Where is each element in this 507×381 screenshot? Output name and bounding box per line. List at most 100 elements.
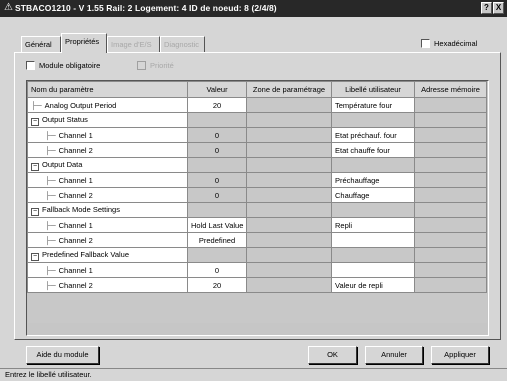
parameter-name-cell[interactable]: − Output Status [27,112,188,128]
value-cell[interactable]: 20 [187,97,247,113]
table-row[interactable]: ├─ Channel 2 Predefined [27,232,487,248]
value-cell[interactable]: Hold Last Value [187,217,247,233]
zone-parametrage-cell [246,112,332,128]
zone-parametrage-cell [246,202,332,218]
table-row[interactable]: ├─ Channel 1 0 Préchauffage [27,172,487,188]
window-title: STBACO1210 - V 1.55 Rail: 2 Logement: 4 … [15,3,277,13]
value-cell[interactable]: 0 [187,142,247,158]
appliquer-button[interactable]: Appliquer [431,346,489,364]
collapse-toggle-icon[interactable]: − [31,117,39,126]
app-icon: ⚠ [4,2,13,13]
table-row[interactable]: ├─ Channel 10 [27,262,487,278]
value-cell[interactable]: 0 [187,172,247,188]
value-cell [187,247,247,263]
libelle-utilisateur-cell[interactable]: Etat préchauf. four [331,127,415,143]
ok-button[interactable]: OK [308,346,357,364]
zone-parametrage-cell [246,172,332,188]
table-row[interactable]: ├─ Analog Output Period 20 Température four [27,97,487,113]
value-cell[interactable]: 0 [187,262,247,278]
parameter-name-cell[interactable]: ├─ Channel 1 [27,217,188,233]
table-row[interactable]: ├─ Channel 1 Hold Last Value Repli [27,217,487,233]
libelle-utilisateur-cell[interactable]: Repli [331,217,415,233]
checkbox-box[interactable] [26,61,35,70]
table-row[interactable]: ├─ Channel 1 0 Etat préchauf. four [27,127,487,143]
module-obligatoire-checkbox[interactable]: Module obligatoire [26,61,100,70]
libelle-utilisateur-cell[interactable]: Chauffage [331,187,415,203]
tab-image-es[interactable]: Image d'E/S [107,36,160,52]
value-cell[interactable]: 20 [187,277,247,293]
parameter-name-cell[interactable]: ├─ Channel 2 [27,187,188,203]
value-cell[interactable]: 0 [187,187,247,203]
parameter-name-cell[interactable]: ├─ Analog Output Period [27,97,188,113]
collapse-toggle-icon[interactable]: − [31,207,39,216]
value-cell[interactable]: 0 [187,127,247,143]
libelle-utilisateur-cell[interactable]: Etat chauffe four [331,142,415,158]
tree-line-icon: ├─ [31,100,42,110]
tab-proprietes[interactable]: Propriétés [61,33,107,53]
libelle-utilisateur-cell[interactable]: Valeur de repli [331,277,415,293]
parameter-name-cell[interactable]: ├─ Channel 2 [27,142,188,158]
zone-parametrage-cell [246,247,332,263]
checkbox-box[interactable] [421,39,430,48]
parameter-name: Channel 2 [58,235,93,245]
value-cell [187,202,247,218]
libelle-utilisateur-cell[interactable]: Température four [331,97,415,113]
value-cell [187,157,247,173]
zone-parametrage-cell [246,232,332,248]
table-group-row[interactable]: − Output Data [27,157,487,173]
priorite-checkbox[interactable]: Priorité [137,61,174,70]
header-adresse-memoire[interactable]: Adresse mémoire [414,81,487,98]
checkbox-box[interactable] [137,61,146,70]
tree-line-icon: ├─ [45,235,56,245]
table-group-row[interactable]: − Output Status [27,112,487,128]
parameter-name: Channel 2 [58,280,93,290]
libelle-utilisateur-cell [331,157,415,173]
parameter-name-cell[interactable]: ├─ Channel 1 [27,262,188,278]
tab-general[interactable]: Général [21,36,61,52]
parameter-name-cell[interactable]: ├─ Channel 1 [27,127,188,143]
empty-cell [246,307,332,323]
adresse-memoire-cell [414,142,487,158]
empty-cell [246,292,332,308]
table-row[interactable]: ├─ Channel 2 20 Valeur de repli [27,277,487,293]
header-libelle-utilisateur[interactable]: Libellé utilisateur [331,81,415,98]
parameter-name: Output Data [42,159,83,169]
tab-diagnostic[interactable]: Diagnostic [160,36,205,52]
parameter-name-cell[interactable]: − Predefined Fallback Value [27,247,188,263]
header-valeur[interactable]: Valeur [187,81,247,98]
adresse-memoire-cell [414,97,487,113]
table-row[interactable]: ├─ Channel 2 0 Chauffage [27,187,487,203]
help-button[interactable]: ? [481,2,492,14]
table-group-row[interactable]: − Predefined Fallback Value [27,247,487,263]
title-bar: ⚠ STBACO1210 - V 1.55 Rail: 2 Logement: … [0,0,507,17]
parameter-name-cell[interactable]: ├─ Channel 2 [27,277,188,293]
parameter-name-cell[interactable]: ├─ Channel 2 [27,232,188,248]
hexadecimal-checkbox[interactable]: Hexadécimal [421,39,477,48]
table-row[interactable]: ├─ Channel 2 0 Etat chauffe four [27,142,487,158]
zone-parametrage-cell [246,217,332,233]
empty-row [27,292,487,308]
module-obligatoire-label: Module obligatoire [39,61,101,70]
libelle-utilisateur-cell[interactable] [331,232,415,248]
zone-parametrage-cell [246,142,332,158]
libelle-utilisateur-cell[interactable] [331,262,415,278]
collapse-toggle-icon[interactable]: − [31,162,39,171]
parameter-name-cell[interactable]: − Fallback Mode Settings [27,202,188,218]
header-zone-parametrage[interactable]: Zone de paramétrage [246,81,332,98]
libelle-utilisateur-cell[interactable]: Préchauffage [331,172,415,188]
aide-du-module-button[interactable]: Aide du module [26,346,99,364]
annuler-button[interactable]: Annuler [365,346,423,364]
table-group-row[interactable]: − Fallback Mode Settings [27,202,487,218]
zone-parametrage-cell [246,97,332,113]
parameter-name-cell[interactable]: ├─ Channel 1 [27,172,188,188]
hexadecimal-label: Hexadécimal [434,39,478,48]
value-cell[interactable]: Predefined [187,232,247,248]
parameter-name-cell[interactable]: − Output Data [27,157,188,173]
parameter-name: Analog Output Period [44,100,117,110]
value-cell [187,112,247,128]
empty-cell [414,292,487,308]
collapse-toggle-icon[interactable]: − [31,252,39,261]
empty-cell [331,307,415,323]
close-button[interactable]: X [493,2,504,14]
header-nom-parametre[interactable]: Nom du paramètre [27,81,188,98]
